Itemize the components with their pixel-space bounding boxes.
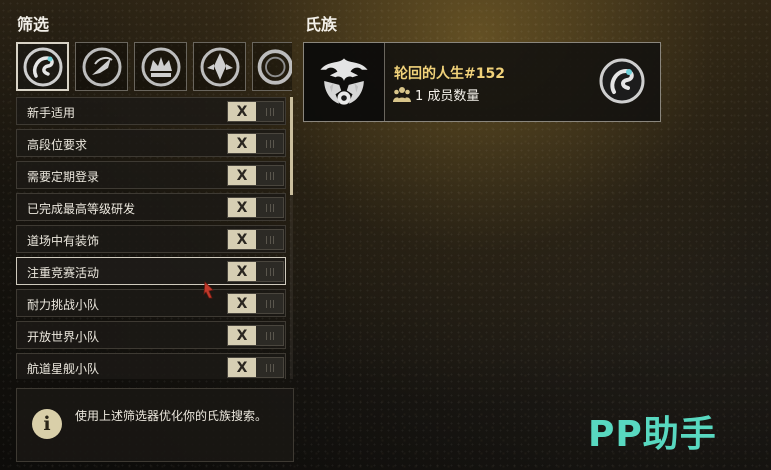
filter-row[interactable]: 耐力挑战小队 X (16, 289, 286, 317)
grip-icon (265, 139, 274, 148)
clan-badge-swirl-icon (599, 58, 645, 104)
filter-row[interactable]: 需要定期登录 X (16, 161, 286, 189)
toggle-x-icon: X (228, 326, 256, 345)
filter-label: 开放世界小队 (27, 330, 100, 344)
filter-toggle[interactable]: X (227, 261, 284, 282)
clan-card[interactable]: 轮回的人生#152 1 成员数量 (303, 42, 661, 122)
filter-label: 注重竞赛活动 (27, 266, 100, 280)
filter-row[interactable]: 已完成最高等级研发 X (16, 193, 286, 221)
emblem-horned-icon (200, 47, 239, 86)
emblem-ring-icon (257, 48, 292, 85)
emblem-blade-icon (82, 47, 121, 86)
filter-scrollbar-thumb[interactable] (290, 97, 293, 195)
toggle-x-icon: X (228, 230, 256, 249)
filter-toggle[interactable]: X (227, 325, 284, 346)
toggle-x-icon: X (228, 166, 256, 185)
toggle-x-icon: X (228, 294, 256, 313)
grip-icon (265, 107, 274, 116)
toggle-x-icon: X (228, 262, 256, 281)
members-icon (393, 87, 411, 102)
grip-icon (265, 331, 274, 340)
filter-row[interactable]: 注重竞赛活动 X (16, 257, 286, 285)
filter-toggle[interactable]: X (227, 357, 284, 378)
emblem-tabs (16, 42, 292, 91)
member-count: 1 成员数量 (415, 89, 480, 104)
clan-emblem (304, 43, 385, 121)
grip-icon (265, 363, 274, 372)
toggle-x-icon: X (228, 134, 256, 153)
filter-list: 新手适用 X 高段位要求 X 需要定期登录 X 已完成最高等级研发 X 道场中有… (16, 97, 288, 379)
filter-row[interactable]: 开放世界小队 X (16, 321, 286, 349)
emblem-tab-swirl[interactable] (16, 42, 69, 91)
toggle-x-icon: X (228, 102, 256, 121)
filter-row[interactable]: 高段位要求 X (16, 129, 286, 157)
emblem-swirl-icon (23, 47, 62, 86)
grip-icon (265, 203, 274, 212)
toggle-x-icon: X (228, 198, 256, 217)
filter-label: 道场中有装饰 (27, 234, 100, 248)
grip-icon (265, 267, 274, 276)
mouse-cursor-icon (203, 281, 214, 299)
filter-toggle[interactable]: X (227, 293, 284, 314)
filter-label: 高段位要求 (27, 138, 88, 152)
clan-section-title: 氏族 (305, 15, 338, 34)
filter-row[interactable]: 航道星舰小队 X (16, 353, 286, 379)
filter-toggle[interactable]: X (227, 229, 284, 250)
filter-label: 已完成最高等级研发 (27, 202, 136, 216)
grip-icon (265, 235, 274, 244)
watermark-logo: PP助手 (588, 414, 717, 455)
emblem-crown-icon (141, 47, 180, 86)
info-box: i 使用上述筛选器优化你的氏族搜索。 (16, 388, 294, 462)
filter-toggle[interactable]: X (227, 165, 284, 186)
grip-icon (265, 171, 274, 180)
clan-emblem-icon (320, 58, 368, 105)
filter-section-title: 筛选 (17, 15, 50, 34)
emblem-tab-horned[interactable] (193, 42, 246, 91)
grip-icon (265, 299, 274, 308)
filter-row[interactable]: 新手适用 X (16, 97, 286, 125)
info-text: 使用上述筛选器优化你的氏族搜索。 (75, 409, 268, 423)
emblem-tab-ring[interactable] (252, 42, 292, 91)
emblem-tab-crown[interactable] (134, 42, 187, 91)
info-icon: i (32, 409, 62, 439)
clan-name: 轮回的人生#152 (394, 66, 505, 82)
filter-label: 耐力挑战小队 (27, 298, 100, 312)
filter-toggle[interactable]: X (227, 133, 284, 154)
filter-row[interactable]: 道场中有装饰 X (16, 225, 286, 253)
emblem-tab-blade[interactable] (75, 42, 128, 91)
filter-toggle[interactable]: X (227, 101, 284, 122)
filter-label: 航道星舰小队 (27, 362, 100, 376)
toggle-x-icon: X (228, 358, 256, 377)
filter-label: 需要定期登录 (27, 170, 100, 184)
filter-label: 新手适用 (27, 106, 76, 120)
filter-toggle[interactable]: X (227, 197, 284, 218)
